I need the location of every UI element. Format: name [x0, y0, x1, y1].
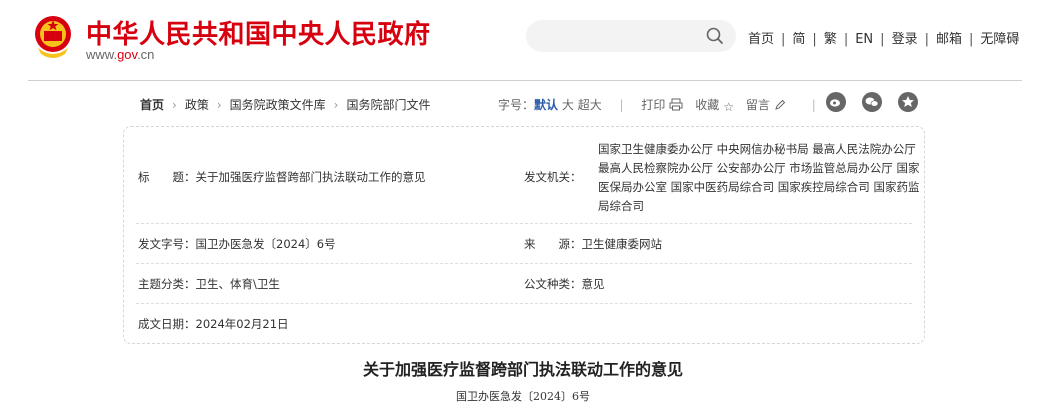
site-name[interactable]: 中华人民共和国中央人民政府	[86, 14, 431, 51]
doctype-value: 意见	[581, 277, 605, 291]
chevron-right-icon: ›	[216, 98, 222, 112]
favorite-share-icon[interactable]	[897, 92, 918, 115]
topic-value: 卫生、体育\卫生	[195, 277, 280, 291]
docno-label: 发文字号：	[138, 237, 196, 251]
title-value: 关于加强医疗监督跨部门执法联动工作的意见	[195, 170, 426, 184]
chevron-right-icon: ›	[172, 98, 177, 112]
page-tools: 字号：默认 大 超大 | 打印 收藏 ☆ 留言 |	[498, 98, 816, 114]
agency-label: 发文机关：	[524, 170, 582, 184]
breadcrumb-dept-docs[interactable]: 国务院部门文件	[346, 98, 430, 112]
font-size-xlarge[interactable]: 超大	[578, 98, 602, 112]
search-input[interactable]	[526, 20, 736, 52]
share-icons	[826, 92, 930, 115]
article-title: 关于加强医疗监督跨部门执法联动工作的意见	[362, 360, 683, 379]
nav-english-link[interactable]: EN	[855, 32, 873, 47]
document-metadata: 标 题：关于加强医疗监督跨部门执法联动工作的意见 发文机关： 国家卫生健康委办公…	[123, 126, 925, 344]
nav-traditional-link[interactable]: 繁	[824, 32, 837, 47]
site-url[interactable]: www.gov.cn	[86, 47, 154, 62]
nav-simplified-link[interactable]: 简	[792, 32, 805, 47]
nav-accessibility-link[interactable]: 无障碍	[980, 32, 1019, 47]
doctype-label: 公文种类：	[524, 277, 582, 291]
comment-button[interactable]: 留言	[746, 98, 794, 112]
breadcrumb-home[interactable]: 首页	[140, 98, 164, 112]
search-icon[interactable]	[706, 27, 724, 45]
agency-value: 国家卫生健康委办公厅 中央网信办秘书局 最高人民法院办公厅 最高人民检察院办公厅…	[598, 142, 920, 213]
star-icon: ☆	[723, 100, 735, 114]
site-header: 中华人民共和国中央人民政府 www.gov.cn 首页 | 简 | 繁 | EN | 登录 | 邮箱…	[0, 0, 1046, 81]
font-size-default[interactable]: 默认	[534, 98, 558, 112]
print-button[interactable]: 打印	[641, 98, 691, 112]
nav-login-link[interactable]: 登录	[892, 32, 918, 47]
nav-home-link[interactable]: 首页	[748, 32, 774, 47]
chevron-right-icon: ›	[333, 98, 339, 112]
favorite-button[interactable]: 收藏 ☆	[695, 98, 742, 114]
topic-label: 主题分类：	[138, 277, 196, 291]
meta-row-docno: 发文字号：国卫办医急发〔2024〕6号 来 源：卫生健康委网站	[136, 223, 912, 264]
meta-row-date: 成文日期：2024年02月21日	[136, 303, 912, 342]
wechat-share-icon[interactable]	[861, 92, 882, 115]
weibo-share-icon[interactable]	[826, 92, 846, 115]
printer-icon	[669, 98, 683, 111]
docno-value: 国卫办医急发〔2024〕6号	[195, 237, 336, 251]
font-size-label: 字号：	[498, 98, 535, 112]
breadcrumb-bar: 首页 › 政策 › 国务院政策文件库 › 国务院部门文件 字号：默认 大 超大 | 打印 收…	[0, 92, 1046, 118]
top-nav: 首页 | 简 | 繁 | EN | 登录 | 邮箱 | 无障碍	[748, 32, 1020, 47]
title-label: 标 题：	[138, 170, 196, 184]
breadcrumb-policy[interactable]: 政策	[185, 98, 209, 112]
source-label: 来 源：	[524, 237, 582, 251]
breadcrumb-policy-library[interactable]: 国务院政策文件库	[230, 98, 326, 112]
meta-row-topic: 主题分类：卫生、体育\卫生 公文种类：意见	[136, 263, 912, 304]
article-doc-number: 国卫办医急发〔2024〕6号	[456, 390, 590, 403]
source-value: 卫生健康委网站	[581, 237, 663, 251]
national-emblem-icon[interactable]	[32, 14, 74, 60]
date-value: 2024年02月21日	[195, 317, 289, 331]
meta-row-title: 标 题：关于加强医疗监督跨部门执法联动工作的意见 发文机关： 国家卫生健康委办公…	[136, 127, 919, 224]
font-size-large[interactable]: 大	[562, 98, 574, 112]
pencil-icon	[775, 99, 786, 110]
header-divider	[28, 80, 1022, 81]
date-label: 成文日期：	[138, 317, 196, 331]
nav-mail-link[interactable]: 邮箱	[936, 32, 962, 47]
breadcrumb: 首页 › 政策 › 国务院政策文件库 › 国务院部门文件	[140, 96, 431, 113]
